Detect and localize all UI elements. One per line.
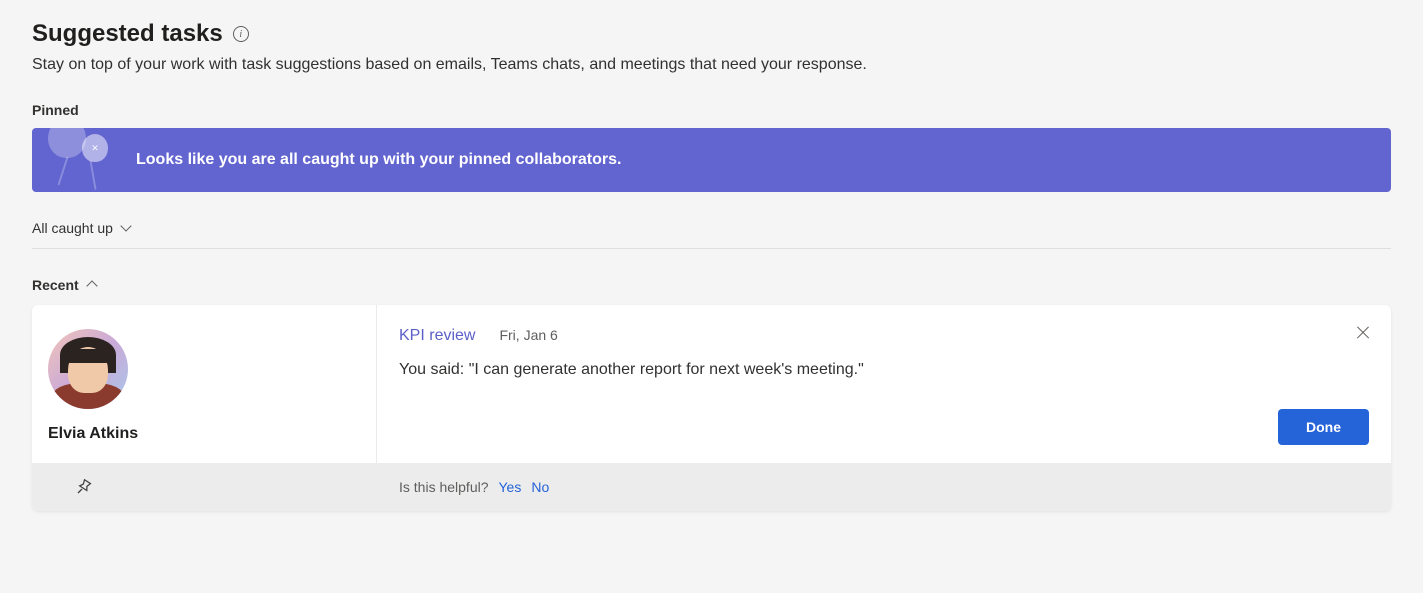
pinned-section-label: Pinned bbox=[32, 102, 1391, 118]
person-name: Elvia Atkins bbox=[48, 425, 138, 443]
helpful-question: Is this helpful? bbox=[399, 479, 489, 495]
recent-label: Recent bbox=[32, 277, 79, 293]
balloons-icon: ✕ bbox=[48, 128, 120, 192]
task-date: Fri, Jan 6 bbox=[499, 327, 557, 343]
recent-toggle[interactable]: Recent bbox=[32, 277, 1391, 293]
page-subtitle: Stay on top of your work with task sugge… bbox=[32, 56, 1391, 74]
pinned-banner-text: Looks like you are all caught up with yo… bbox=[136, 151, 621, 169]
all-caught-up-toggle[interactable]: All caught up bbox=[32, 220, 1391, 249]
close-icon[interactable] bbox=[1353, 323, 1373, 343]
helpful-yes-link[interactable]: Yes bbox=[499, 479, 522, 495]
task-person-panel: Elvia Atkins bbox=[32, 305, 377, 463]
pin-icon[interactable] bbox=[74, 477, 94, 497]
task-body: You said: "I can generate another report… bbox=[399, 361, 1369, 409]
chevron-up-icon bbox=[87, 279, 99, 291]
task-content: KPI review Fri, Jan 6 You said: "I can g… bbox=[377, 305, 1391, 463]
chevron-down-icon bbox=[121, 222, 133, 234]
task-footer: Is this helpful? Yes No bbox=[32, 463, 1391, 511]
task-topic-link[interactable]: KPI review bbox=[399, 327, 475, 345]
avatar[interactable] bbox=[48, 329, 128, 409]
page-title: Suggested tasks bbox=[32, 20, 223, 48]
all-caught-up-label: All caught up bbox=[32, 220, 113, 236]
done-button[interactable]: Done bbox=[1278, 409, 1369, 445]
pinned-banner: ✕ Looks like you are all caught up with … bbox=[32, 128, 1391, 192]
helpful-no-link[interactable]: No bbox=[531, 479, 549, 495]
info-icon[interactable]: i bbox=[233, 26, 249, 42]
task-card: Elvia Atkins KPI review Fri, Jan 6 You s… bbox=[32, 305, 1391, 511]
